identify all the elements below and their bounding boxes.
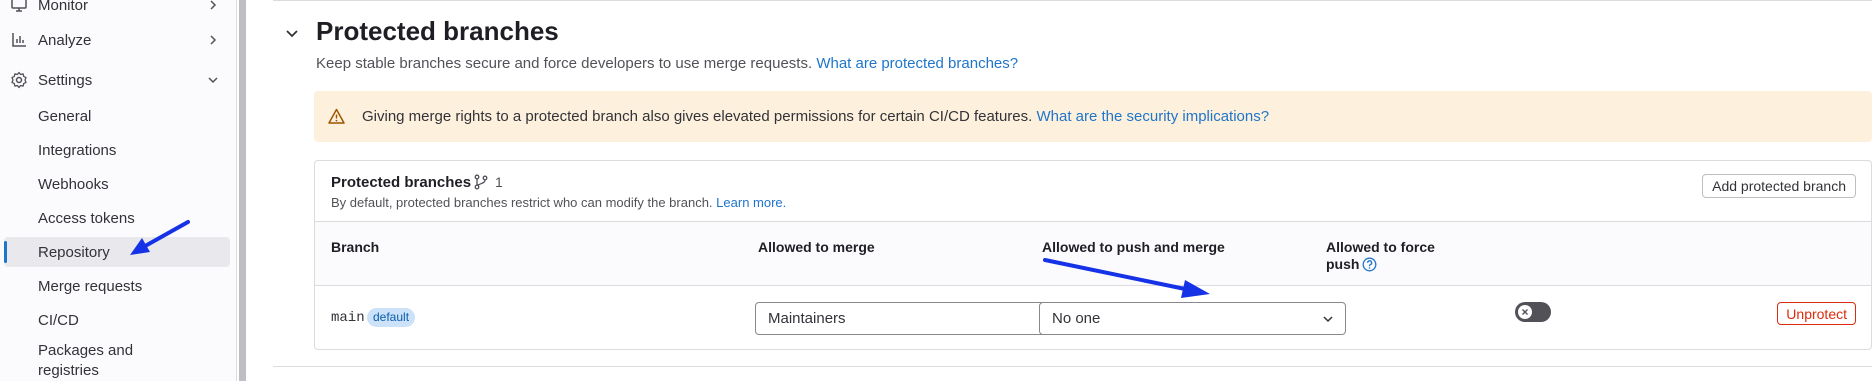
alert-message: Giving merge rights to a protected branc… <box>362 108 1269 125</box>
sidebar-item-label: CI/CD <box>38 311 79 329</box>
sidebar-item-integrations[interactable]: Integrations <box>4 135 230 165</box>
dropdown-value: No one <box>1052 310 1101 327</box>
chart-icon <box>12 33 26 47</box>
card-header: Protected branches 1 By default, protect… <box>315 161 1871 222</box>
sidebar-item-label: General <box>38 107 92 125</box>
sidebar-item-label: Access tokens <box>38 209 135 227</box>
sidebar-item-access-tokens[interactable]: Access tokens <box>4 203 230 233</box>
monitor-icon <box>11 0 27 12</box>
description-text: Keep stable branches secure and force de… <box>316 55 813 72</box>
sidebar-item-label: Merge requests <box>38 277 143 295</box>
settings-icon <box>11 71 27 89</box>
table-header: Branch Allowed to merge Allowed to push … <box>315 222 1871 286</box>
sidebar-item-label: Analyze <box>38 31 92 49</box>
header-text: Allowed to force <box>1326 239 1435 255</box>
header-text: push <box>1326 256 1360 272</box>
sidebar-item-label: Packages and registries <box>38 342 134 379</box>
column-header-allowed-to-merge: Allowed to merge <box>758 239 875 255</box>
main-content: Protected branches Keep stable branches … <box>273 0 1872 381</box>
card-description: By default, protected branches restrict … <box>331 195 786 210</box>
chevron-down-icon[interactable] <box>283 24 301 42</box>
branch-icon <box>474 174 488 190</box>
alert-text: Giving merge rights to a protected branc… <box>362 108 1033 125</box>
sidebar-item-label: Repository <box>38 243 110 261</box>
toggle-knob <box>1518 305 1532 319</box>
table-row: main default Maintainers No one Unprotec… <box>315 286 1871 349</box>
chevron-right-icon <box>210 0 217 10</box>
card-description-text: By default, protected branches restrict … <box>331 195 713 210</box>
sidebar-scrollbar[interactable] <box>239 0 246 381</box>
dropdown-value: Maintainers <box>768 310 846 327</box>
add-protected-branch-button[interactable]: Add protected branch <box>1702 174 1856 198</box>
protected-branches-card: Protected branches 1 By default, protect… <box>314 160 1872 350</box>
section-title: Protected branches <box>316 16 559 46</box>
section-description: Keep stable branches secure and force de… <box>316 55 1018 72</box>
sidebar-item-general[interactable]: General <box>4 101 230 131</box>
sidebar-item-packages-registries[interactable]: Packages and registries <box>4 341 230 381</box>
chevron-down-icon <box>1323 316 1333 323</box>
default-badge: default <box>367 308 416 327</box>
sidebar-item-monitor[interactable]: Monitor <box>0 0 236 21</box>
unprotect-button[interactable]: Unprotect <box>1777 302 1856 325</box>
close-icon <box>1522 309 1528 315</box>
sidebar: Monitor Analyze Settings General Integra… <box>0 0 237 381</box>
warning-icon <box>328 108 345 124</box>
sidebar-item-repository[interactable]: Repository <box>4 237 230 267</box>
sidebar-item-webhooks[interactable]: Webhooks <box>4 169 230 199</box>
sidebar-item-cicd[interactable]: CI/CD <box>4 305 230 335</box>
divider <box>273 0 1872 1</box>
allowed-to-merge-dropdown[interactable]: Maintainers <box>755 302 1062 335</box>
column-header-branch: Branch <box>331 239 380 255</box>
security-implications-link[interactable]: What are the security implications? <box>1036 108 1269 125</box>
sidebar-item-merge-requests[interactable]: Merge requests <box>4 271 230 301</box>
column-header-allowed-to-force-push: Allowed to force push <box>1326 239 1435 273</box>
divider <box>273 366 1872 367</box>
allowed-to-push-and-merge-dropdown[interactable]: No one <box>1039 302 1346 335</box>
branch-count: 1 <box>495 174 503 190</box>
sidebar-item-label: Webhooks <box>38 175 109 193</box>
sidebar-item-label: Settings <box>38 71 93 89</box>
protected-branches-help-link[interactable]: What are protected branches? <box>816 55 1018 72</box>
chevron-down-icon <box>208 77 218 84</box>
sidebar-item-label: Integrations <box>38 141 117 159</box>
branch-name[interactable]: main <box>331 310 365 326</box>
allow-force-push-toggle[interactable] <box>1515 302 1551 322</box>
sidebar-item-analyze[interactable]: Analyze <box>0 24 236 56</box>
sidebar-item-settings[interactable]: Settings <box>0 64 236 96</box>
learn-more-link[interactable]: Learn more. <box>716 195 786 210</box>
column-header-allowed-to-push-and-merge: Allowed to push and merge <box>1042 239 1225 255</box>
card-title: Protected branches <box>331 174 472 191</box>
question-circle-icon[interactable] <box>1362 257 1377 272</box>
warning-alert: Giving merge rights to a protected branc… <box>314 91 1872 142</box>
chevron-right-icon <box>210 35 217 45</box>
sidebar-item-label: Monitor <box>38 0 89 14</box>
